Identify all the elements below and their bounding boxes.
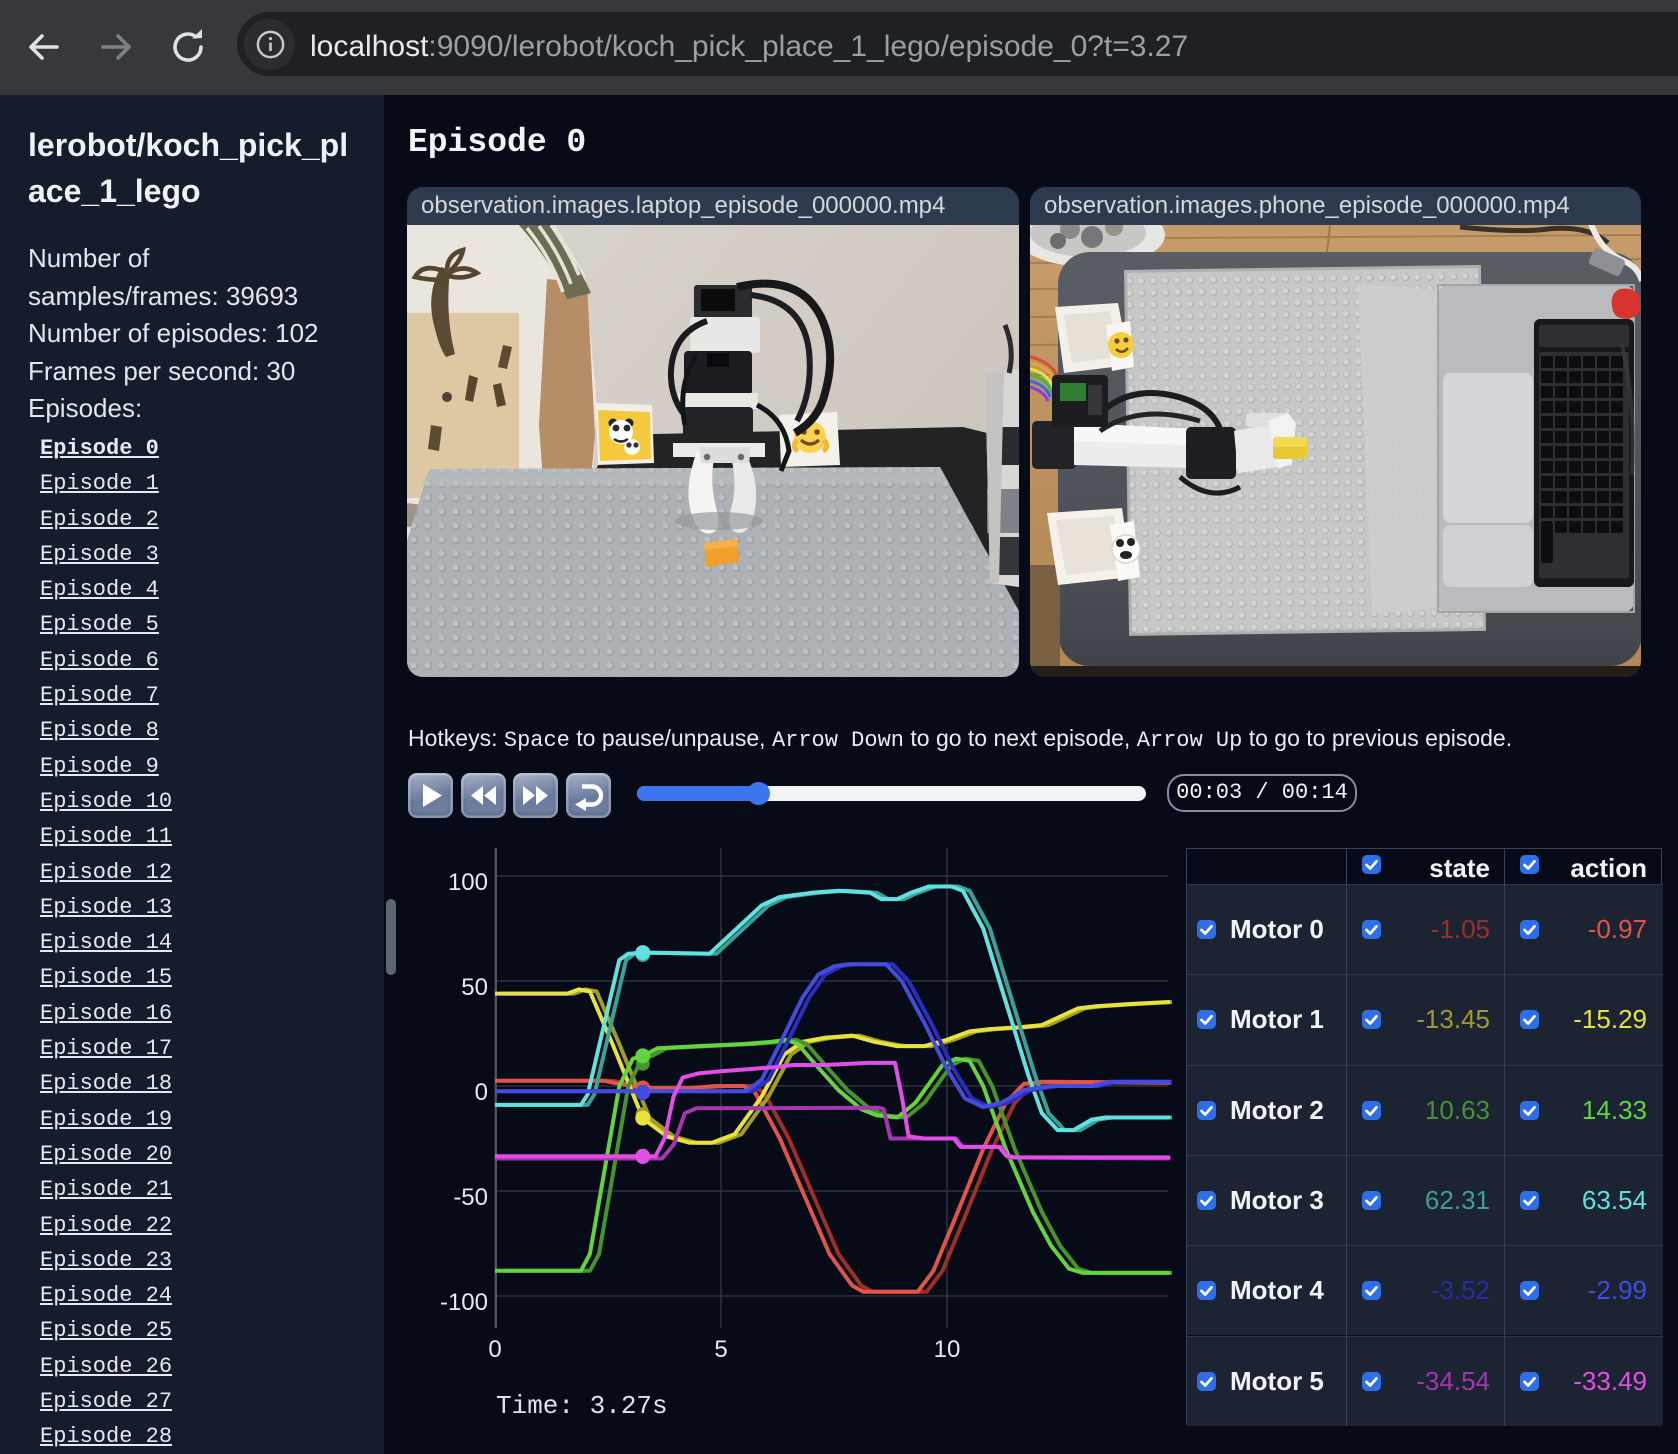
svg-text:-100: -100 [440, 1289, 488, 1316]
svg-text:0: 0 [475, 1079, 488, 1106]
svg-text:0: 0 [488, 1336, 501, 1363]
svg-text:-50: -50 [453, 1184, 488, 1211]
svg-text:5: 5 [714, 1336, 727, 1363]
svg-text:100: 100 [448, 869, 488, 896]
svg-text:Time: 3.27s: Time: 3.27s [496, 1391, 668, 1421]
svg-text:10: 10 [934, 1336, 961, 1363]
svg-text:50: 50 [461, 974, 488, 1001]
